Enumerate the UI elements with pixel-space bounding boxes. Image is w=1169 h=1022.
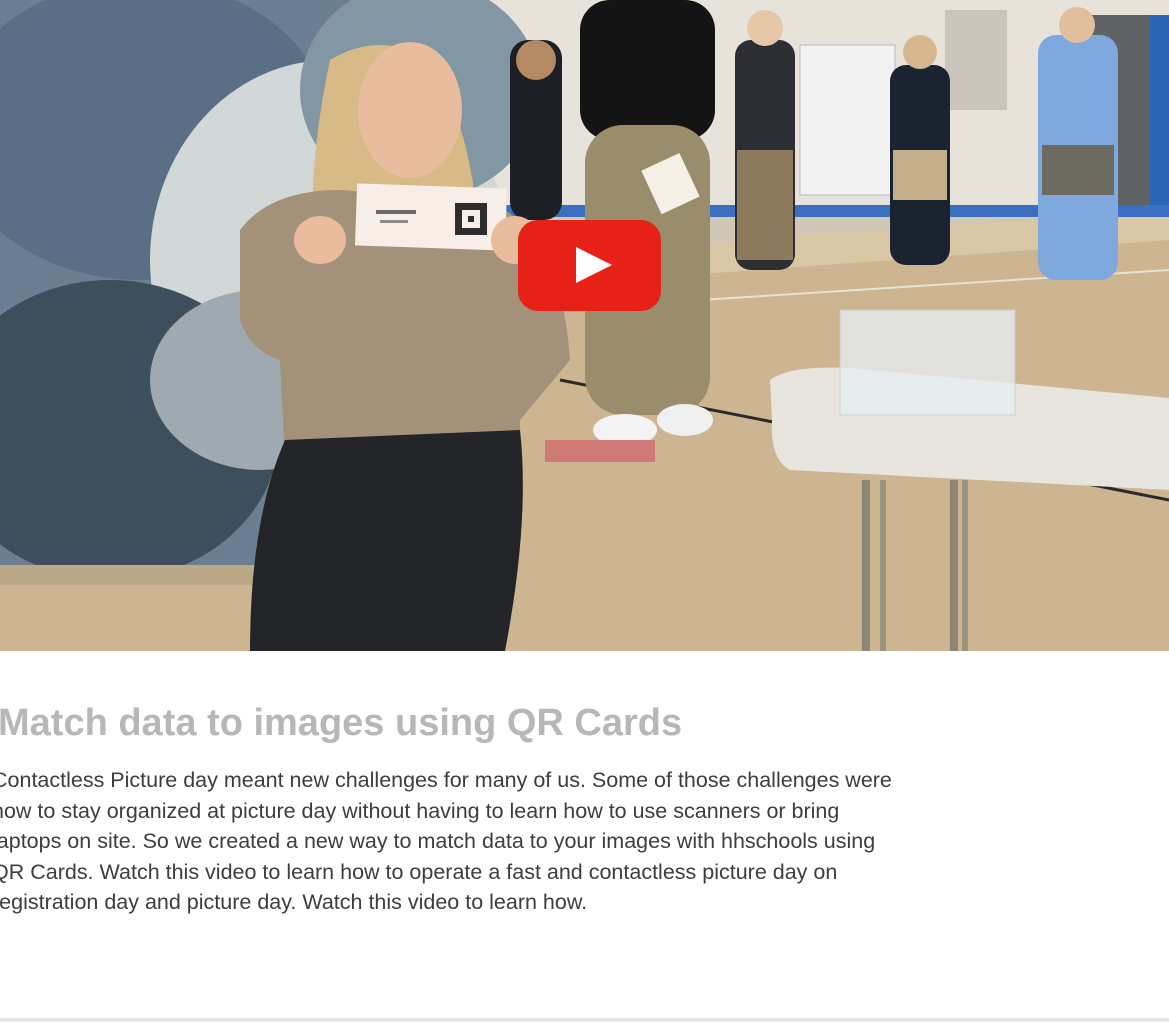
post-body-line: QR Cards. Watch this video to learn how … — [0, 859, 838, 884]
bottom-divider — [0, 1018, 1169, 1022]
video-embed[interactable] — [0, 0, 1169, 651]
post-title: Match data to images using QR Cards — [0, 702, 683, 744]
post-body-line: laptops on site. So we created a new way… — [0, 829, 876, 853]
post-body-line: registration day and picture day. Watch … — [0, 890, 588, 914]
play-icon — [576, 247, 612, 283]
post-body-line: Contactless Picture day meant new challe… — [0, 768, 892, 792]
video-thumbnail — [0, 0, 1169, 651]
post-body: Contactless Picture day meant new challe… — [0, 765, 1169, 918]
post-body-line: how to stay organized at picture day wit… — [0, 798, 840, 823]
play-button[interactable] — [518, 220, 661, 311]
